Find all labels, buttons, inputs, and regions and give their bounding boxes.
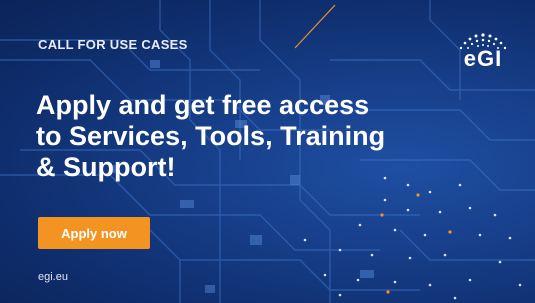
orange-dots (380, 193, 452, 294)
headline-line-3: & Support! (36, 152, 176, 182)
headline: Apply and get free access to Services, T… (36, 90, 396, 183)
apply-now-button[interactable]: Apply now (38, 217, 150, 249)
promo-banner: CALL FOR USE CASES Apply and get free ac… (0, 0, 535, 303)
site-url: egi.eu (38, 271, 68, 283)
dot-grid (303, 176, 522, 300)
orange-accent-line (294, 4, 336, 49)
headline-line-2: to Services, Tools, Training (36, 121, 386, 151)
kicker-text: CALL FOR USE CASES (38, 37, 188, 52)
headline-line-1: Apply and get free access (36, 90, 370, 120)
egi-wordmark: eGI (463, 46, 503, 71)
